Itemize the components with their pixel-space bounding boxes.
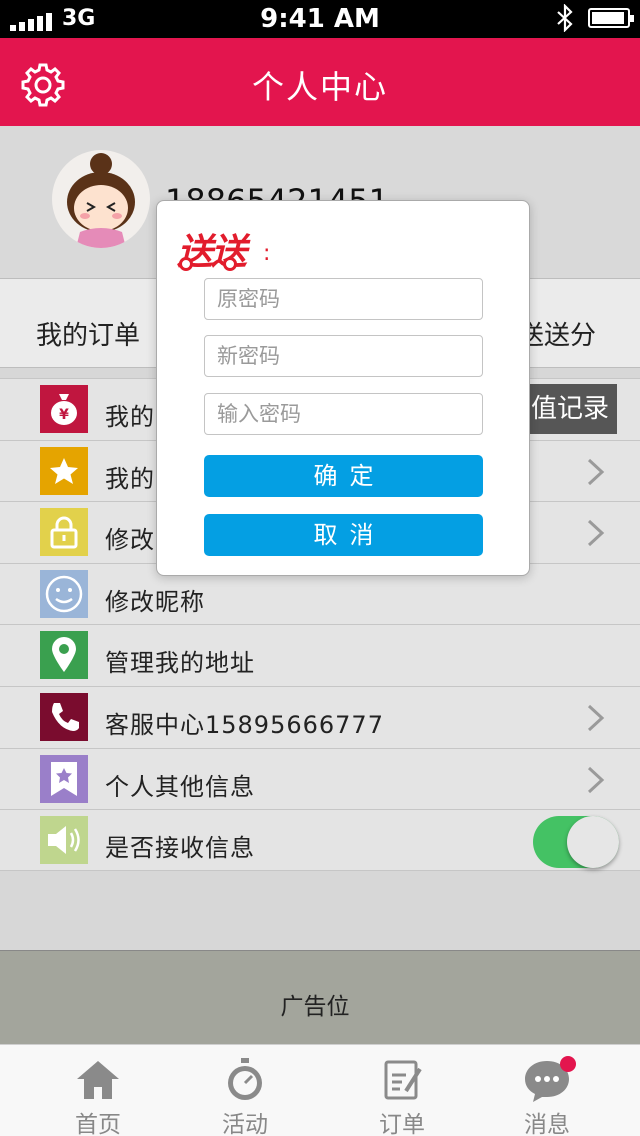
ad-label: 广告位 bbox=[280, 994, 350, 1020]
tab-label: 首页 bbox=[75, 1112, 121, 1136]
avatar-illustration bbox=[67, 153, 135, 248]
chevron-right-icon bbox=[587, 520, 605, 547]
confirm-button[interactable]: 确定 bbox=[204, 455, 483, 497]
location-pin-icon bbox=[40, 631, 88, 680]
page-title: 个人中心 bbox=[251, 68, 388, 106]
change-password-dialog: 送送 : 确定 取消 bbox=[156, 200, 530, 576]
chevron-right-icon bbox=[587, 458, 605, 485]
new-password-field[interactable] bbox=[204, 335, 483, 377]
chevron-right-icon bbox=[587, 766, 605, 793]
money-bag-icon: ¥ bbox=[40, 385, 88, 433]
bottom-tab-bar: 首页 活动 订单 消息 bbox=[0, 1044, 640, 1136]
menu-item-label: 我的 bbox=[105, 403, 155, 431]
lock-icon bbox=[40, 508, 88, 557]
home-icon bbox=[77, 1061, 119, 1099]
menu-item-address[interactable]: 管理我的地址 bbox=[0, 624, 640, 686]
confirm-password-input[interactable] bbox=[205, 394, 482, 434]
battery-icon bbox=[588, 8, 634, 28]
menu-item-label: 是否接收信息 bbox=[105, 834, 255, 863]
tab-label: 活动 bbox=[222, 1112, 268, 1136]
old-password-input[interactable] bbox=[205, 279, 482, 319]
svg-text:¥: ¥ bbox=[59, 407, 69, 423]
message-badge bbox=[560, 1056, 576, 1072]
chevron-right-icon bbox=[587, 704, 605, 732]
menu-item-customer-service[interactable]: 客服中心15895666777 bbox=[0, 685, 640, 748]
old-password-field[interactable] bbox=[204, 278, 483, 320]
cancel-button[interactable]: 取消 bbox=[204, 514, 483, 556]
toggle-knob bbox=[567, 816, 619, 869]
bluetooth-icon bbox=[557, 4, 573, 32]
smiley-icon bbox=[40, 569, 88, 618]
app-header: 个人中心 bbox=[0, 38, 640, 126]
status-time: 9:41 AM bbox=[260, 4, 380, 34]
speaker-icon bbox=[40, 816, 88, 865]
menu-item-other-info[interactable]: 个人其他信息 bbox=[0, 747, 640, 810]
tab-orders[interactable]: 订单 bbox=[342, 1045, 462, 1136]
logo-colon: : bbox=[263, 241, 271, 266]
menu-item-label: 修改 bbox=[105, 526, 155, 555]
tab-label: 消息 bbox=[524, 1112, 570, 1136]
bookmark-star-icon bbox=[40, 754, 88, 803]
receive-messages-toggle[interactable] bbox=[533, 816, 619, 869]
status-bar: 3G 9:41 AM bbox=[0, 0, 640, 38]
phone-icon bbox=[40, 692, 88, 741]
menu-item-label: 管理我的地址 bbox=[105, 649, 255, 678]
new-password-input[interactable] bbox=[205, 336, 482, 376]
edit-note-icon bbox=[384, 1060, 422, 1100]
star-icon bbox=[40, 446, 88, 495]
menu-item-label: 我的 bbox=[105, 464, 155, 493]
tab-activities[interactable]: 活动 bbox=[185, 1045, 305, 1136]
confirm-password-field[interactable] bbox=[204, 393, 483, 435]
wheel-icon bbox=[179, 257, 193, 271]
menu-item-label: 客服中心15895666777 bbox=[105, 710, 384, 739]
menu-item-receive-messages: 是否接收信息 bbox=[0, 809, 640, 871]
avatar[interactable] bbox=[52, 150, 150, 248]
wheel-icon bbox=[223, 257, 237, 271]
app-logo: 送送 : bbox=[177, 223, 270, 275]
tab-label: 订单 bbox=[379, 1112, 425, 1136]
menu-item-label: 个人其他信息 bbox=[105, 772, 255, 801]
timer-icon bbox=[228, 1058, 262, 1100]
menu-item-label: 修改昵称 bbox=[105, 587, 205, 616]
tab-my-orders[interactable]: 我的订单 bbox=[36, 315, 140, 352]
ad-banner[interactable]: 广告位 bbox=[0, 950, 640, 1044]
tab-messages[interactable]: 消息 bbox=[487, 1045, 607, 1136]
recharge-history-button[interactable]: 值记录 bbox=[528, 384, 617, 434]
tab-home[interactable]: 首页 bbox=[38, 1045, 158, 1136]
